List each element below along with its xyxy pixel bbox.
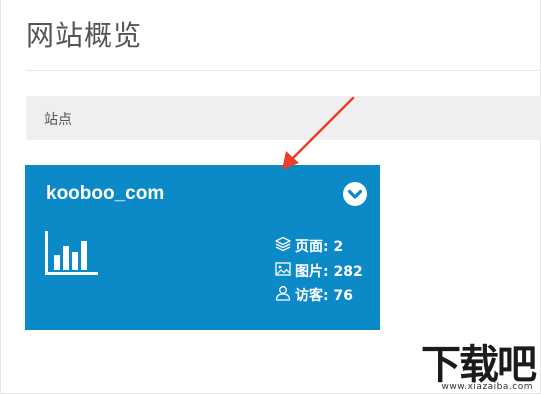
layers-icon: [275, 236, 295, 256]
section-label: 站点: [44, 112, 72, 128]
watermark-logo: 下载吧 www.xiazaiba.com: [400, 330, 541, 395]
stat-images: 图片: 282: [275, 259, 363, 284]
stat-pages: 页面: 2: [275, 234, 363, 259]
stat-label: 图片: 282: [295, 263, 363, 280]
chevron-down-icon[interactable]: [343, 182, 367, 206]
stat-label: 页面: 2: [295, 239, 344, 256]
site-name[interactable]: kooboo_com: [46, 183, 164, 205]
divider: [26, 70, 541, 71]
page-title: 网站概览: [26, 19, 143, 52]
user-icon: [275, 285, 295, 305]
bar-chart-icon: [45, 231, 99, 281]
watermark-url: www.xiazaiba.com: [441, 382, 533, 392]
image-icon: [275, 261, 295, 281]
stat-visitors: 访客: 76: [275, 283, 363, 308]
site-stats: 页面: 2 图片: 282 访客: 76: [275, 234, 363, 308]
stat-label: 访客: 76: [295, 288, 353, 305]
site-card[interactable]: kooboo_com 页面: 2 图片: 282 访客: 76: [25, 165, 380, 330]
section-header: 站点: [26, 96, 541, 140]
